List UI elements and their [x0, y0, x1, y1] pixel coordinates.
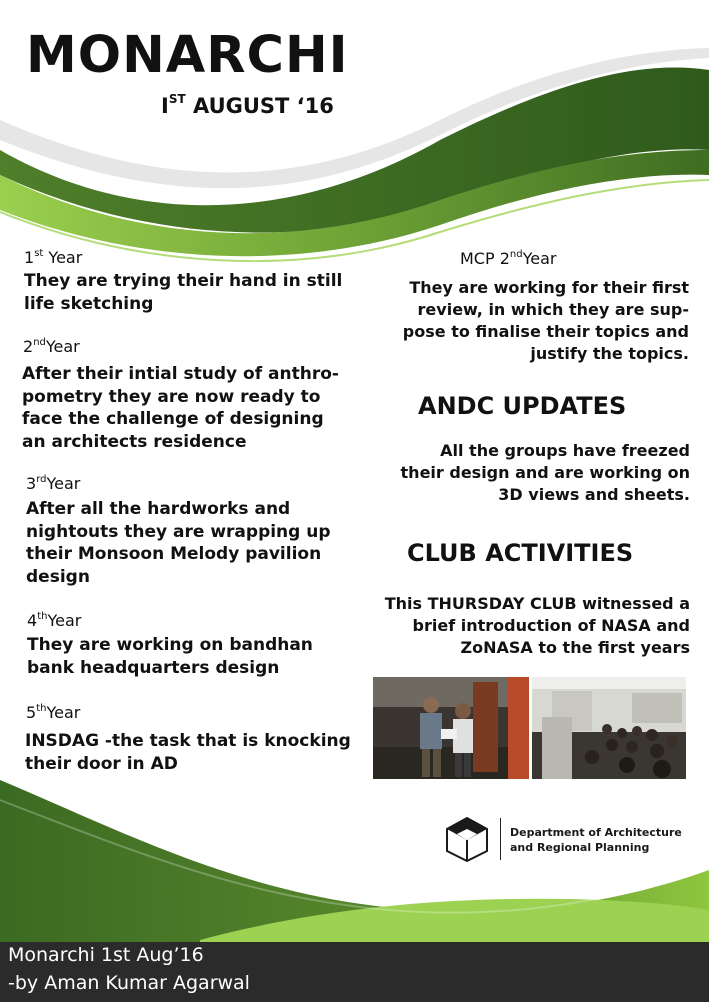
andc-text: All the groups have freezed their design…	[400, 441, 690, 504]
newsletter-title: MONARCHI	[26, 26, 349, 85]
year-3-heading: 3rdYear	[26, 474, 81, 493]
year-5-text: INSDAG -the task that is knocking their …	[25, 731, 351, 774]
department-line-1: Department of Architecture	[510, 826, 682, 839]
year-5-heading: 5thYear	[26, 703, 81, 722]
department-line-2: and Regional Planning	[510, 841, 650, 854]
andc-heading: ANDC UPDATES	[418, 392, 627, 420]
year-1-text: They are trying their hand in still life…	[24, 271, 343, 314]
year-4-heading: 4thYear	[27, 611, 82, 630]
cube-logo-icon	[443, 815, 491, 863]
department-name: Department of Architecture and Regional …	[510, 825, 705, 855]
year-2-text: After their intial study of anthro-pomet…	[22, 364, 339, 452]
logo-divider	[500, 818, 501, 860]
footer-author: -by Aman Kumar Agarwal	[8, 972, 250, 994]
mcp-heading: MCP 2ndYear	[460, 249, 557, 268]
date-ordinal: I	[161, 94, 169, 118]
footer-issue: Monarchi 1st Aug’16	[8, 944, 204, 966]
club-photo-right	[532, 677, 686, 779]
year-3-text: After all the hardworks and nightouts th…	[26, 499, 331, 587]
club-photo-left	[373, 677, 529, 779]
issue-date: IST AUGUST ‘16	[161, 92, 334, 118]
year-1-heading: 1st Year	[24, 248, 83, 267]
date-month-year: AUGUST ‘16	[185, 94, 334, 118]
year-2-heading: 2ndYear	[23, 337, 80, 356]
club-text: This THURSDAY CLUB witnessed a brief int…	[384, 594, 690, 657]
date-ordinal-suffix: ST	[168, 92, 186, 106]
mcp-text: They are working for their first review,…	[402, 278, 689, 363]
year-4-text: They are working on bandhan bank headqua…	[27, 635, 313, 678]
club-heading: CLUB ACTIVITIES	[407, 539, 634, 567]
